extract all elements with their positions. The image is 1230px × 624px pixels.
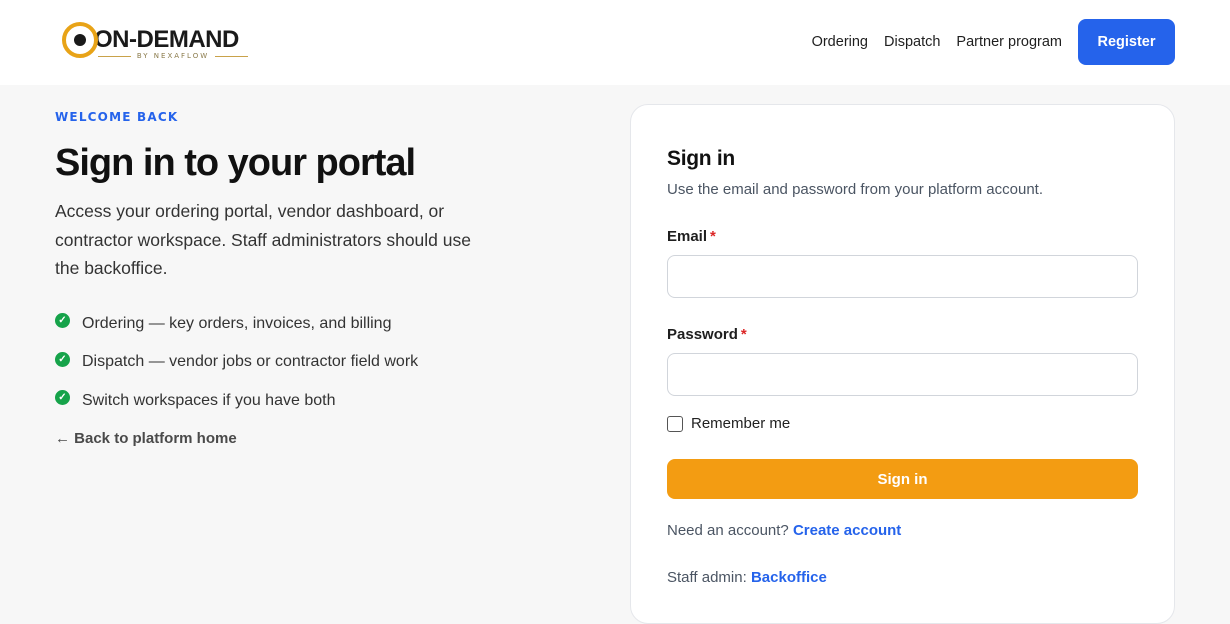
required-mark: * xyxy=(740,326,747,343)
eyebrow-label: WELCOME BACK xyxy=(55,110,179,124)
back-to-home-link[interactable]: ← Back to platform home xyxy=(55,430,237,447)
signin-card: Sign in Use the email and password from … xyxy=(630,104,1175,624)
check-circle-icon: ✓ xyxy=(55,390,70,406)
page-title: Sign in to your portal xyxy=(55,142,416,184)
check-circle-icon: ✓ xyxy=(55,313,70,329)
create-account-prompt: Need an account? xyxy=(667,522,789,539)
password-label: Password * xyxy=(667,326,1138,343)
top-bar: ON-DEMAND BY NEXAFLOW Ordering Dispatch … xyxy=(0,0,1230,85)
remember-me-label[interactable]: Remember me xyxy=(691,415,790,432)
logo-byline: BY NEXAFLOW xyxy=(98,52,248,60)
backoffice-link[interactable]: Backoffice xyxy=(751,569,827,586)
remember-me-checkbox[interactable] xyxy=(667,415,683,432)
logo-ring-icon xyxy=(62,22,98,58)
logo-text: ON-DEMAND xyxy=(94,26,239,53)
email-label: Email * xyxy=(667,228,1138,245)
remember-me-row[interactable]: Remember me xyxy=(667,415,1138,432)
signin-title: Sign in xyxy=(667,147,735,170)
feature-item: ✓ Dispatch — vendor jobs or contractor f… xyxy=(55,343,515,382)
password-label-text: Password xyxy=(667,326,738,343)
feature-list: ✓ Ordering — key orders, invoices, and b… xyxy=(55,305,515,421)
register-button[interactable]: Register xyxy=(1078,19,1175,65)
main-nav: Ordering Dispatch Partner program Regist… xyxy=(812,19,1175,65)
check-circle-icon: ✓ xyxy=(55,351,70,367)
logo-rule-left xyxy=(98,55,131,57)
logo-byline-text: BY NEXAFLOW xyxy=(136,52,210,60)
feature-item: ✓ Switch workspaces if you have both xyxy=(55,382,515,421)
email-field[interactable] xyxy=(667,255,1138,298)
sign-in-button[interactable]: Sign in xyxy=(667,459,1138,499)
backoffice-row: Staff admin: Backoffice xyxy=(667,569,1138,586)
signin-subtitle: Use the email and password from your pla… xyxy=(667,181,1044,198)
email-label-text: Email xyxy=(667,228,708,245)
feature-text: Ordering — key orders, invoices, and bil… xyxy=(82,314,392,332)
create-account-link[interactable]: Create account xyxy=(793,522,901,539)
welcome-panel: WELCOME BACK Sign in to your portal Acce… xyxy=(55,110,515,447)
create-account-row: Need an account? Create account xyxy=(667,522,1138,539)
nav-link-dispatch[interactable]: Dispatch xyxy=(884,34,940,50)
intro-text: Access your ordering portal, vendor dash… xyxy=(55,201,471,278)
brand-logo[interactable]: ON-DEMAND BY NEXAFLOW xyxy=(62,22,252,62)
required-mark: * xyxy=(710,228,716,245)
feature-item: ✓ Ordering — key orders, invoices, and b… xyxy=(55,305,515,344)
logo-rule-right xyxy=(215,55,248,57)
nav-link-partner-program[interactable]: Partner program xyxy=(956,34,1062,50)
staff-admin-prompt: Staff admin: xyxy=(667,569,747,586)
feature-text: Dispatch — vendor jobs or contractor fie… xyxy=(82,353,419,371)
nav-link-ordering[interactable]: Ordering xyxy=(812,34,868,50)
password-field[interactable] xyxy=(667,353,1138,396)
feature-text: Switch workspaces if you have both xyxy=(82,391,336,409)
